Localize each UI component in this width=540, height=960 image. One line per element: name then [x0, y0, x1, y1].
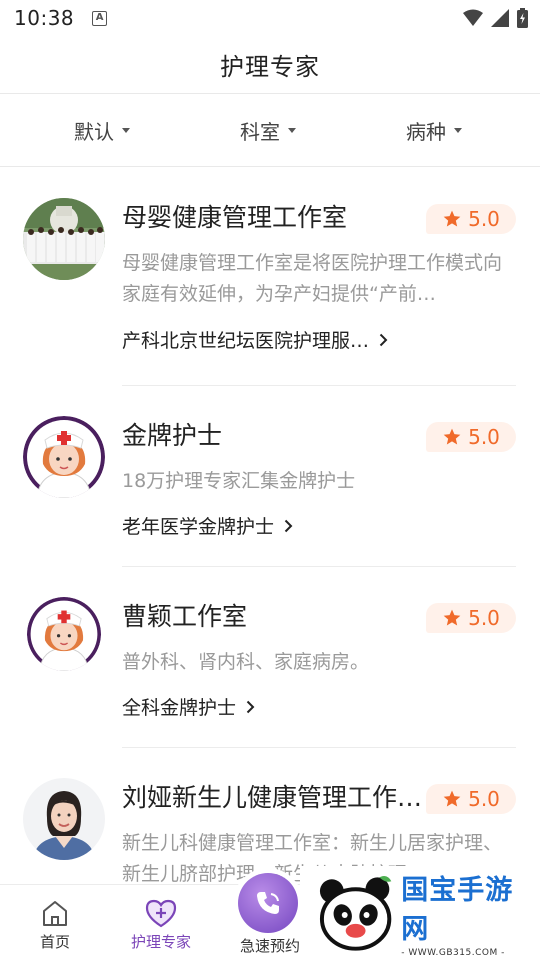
phone-icon — [257, 892, 279, 914]
watermark-url: - WWW.GB315.COM - — [401, 948, 505, 958]
wifi-icon — [463, 9, 483, 26]
avatar-nurse — [27, 597, 101, 671]
page-title: 护理专家 — [220, 53, 320, 81]
caret-down-icon — [122, 127, 130, 133]
expert-description: 普外科、肾内科、家庭病房。 — [122, 651, 370, 673]
filter-label: 病种 — [405, 119, 446, 144]
chevron-right-icon — [284, 519, 293, 532]
star-icon — [443, 210, 461, 227]
expert-tag-link[interactable]: 全科金牌护士 — [122, 693, 255, 720]
expert-tag-link[interactable]: 老年医学金牌护士 — [122, 512, 293, 539]
expert-description: 母婴健康管理工作室是将医院护理工作模式向家庭有效延伸，为孕产妇提供“产前… — [122, 252, 503, 305]
status-time: 10:38 — [14, 6, 75, 30]
tab-nursing-experts[interactable]: 护理专家 — [124, 885, 198, 960]
avatar-woman-portrait — [23, 778, 105, 860]
expert-name: 母婴健康管理工作室 — [122, 203, 348, 232]
expert-list: 母婴健康管理工作室 5.0 母婴健康管理工作室是将医院护理工作模式向家庭有效延伸… — [0, 168, 540, 929]
rating-value: 5.0 — [468, 606, 500, 630]
rating-value: 5.0 — [468, 787, 500, 811]
heart-plus-icon — [145, 899, 177, 928]
filter-default[interactable]: 默认 — [0, 94, 203, 166]
rating-badge: 5.0 — [426, 422, 516, 452]
status-bar: 10:38 A — [0, 0, 540, 36]
rating-value: 5.0 — [468, 425, 500, 449]
expert-card[interactable]: 曹颖工作室 5.0 普外科、肾内科、家庭病房。 全科金牌护士 — [0, 567, 540, 748]
rating-badge: 5.0 — [426, 603, 516, 633]
caret-down-icon — [453, 127, 462, 133]
expert-tag-link[interactable]: 产科北京世纪坛医院护理服… — [122, 326, 388, 353]
expert-description: 18万护理专家汇集金牌护士 — [122, 470, 356, 492]
rating-badge: 5.0 — [426, 784, 516, 814]
expert-name: 曹颖工作室 — [122, 602, 248, 631]
watermark-title: 国宝手游网 — [401, 875, 514, 945]
expert-name: 刘娅新生儿健康管理工作… — [122, 783, 423, 812]
status-icons — [463, 8, 528, 28]
filter-label: 科室 — [239, 119, 280, 144]
chevron-right-icon — [246, 700, 255, 713]
avatar-nurse — [23, 416, 105, 498]
quick-booking-button[interactable] — [238, 873, 298, 933]
page-header: 护理专家 — [0, 36, 540, 94]
expert-tag: 全科金牌护士 — [122, 697, 237, 719]
watermark: 国宝手游网 - WWW.GB315.COM - — [300, 866, 540, 960]
filter-department[interactable]: 科室 — [203, 94, 332, 166]
chevron-right-icon — [379, 333, 388, 346]
star-icon — [443, 428, 461, 445]
panda-logo-icon — [319, 876, 392, 951]
avatar-group-photo — [23, 198, 105, 280]
battery-icon — [517, 8, 528, 28]
tab-home[interactable]: 首页 — [18, 885, 92, 960]
home-icon — [43, 901, 67, 926]
filter-disease[interactable]: 病种 — [333, 94, 540, 166]
expert-card[interactable]: 金牌护士 5.0 18万护理专家汇集金牌护士 老年医学金牌护士 — [0, 386, 540, 567]
expert-name: 金牌护士 — [122, 421, 223, 450]
filter-bar: 默认 科室 病种 — [0, 94, 540, 167]
tab-label: 护理专家 — [130, 933, 191, 951]
rating-badge: 5.0 — [426, 204, 516, 234]
star-icon — [443, 609, 461, 626]
expert-card[interactable]: 母婴健康管理工作室 5.0 母婴健康管理工作室是将医院护理工作模式向家庭有效延伸… — [0, 168, 540, 386]
notification-a-icon: A — [92, 10, 108, 26]
caret-down-icon — [287, 127, 296, 133]
expert-tag: 产科北京世纪坛医院护理服… — [122, 330, 370, 352]
star-icon — [443, 790, 461, 807]
expert-tag: 老年医学金牌护士 — [122, 516, 275, 538]
tab-label: 首页 — [39, 933, 70, 951]
rating-value: 5.0 — [468, 207, 500, 231]
tab-label: 急速预约 — [239, 937, 300, 955]
filter-label: 默认 — [74, 119, 114, 144]
signal-icon — [491, 9, 509, 27]
